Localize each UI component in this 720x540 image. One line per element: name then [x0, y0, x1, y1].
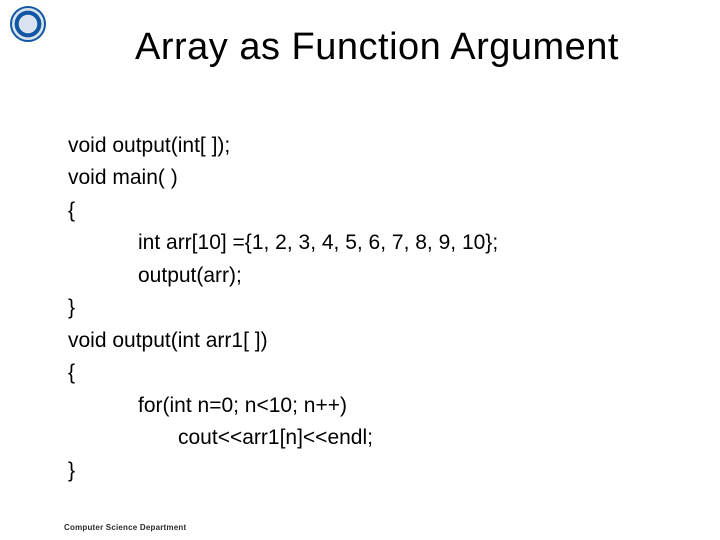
code-block: void output(int[ ]); void main( ) { int … — [64, 97, 690, 488]
code-line: { — [68, 361, 75, 384]
code-line: void main( ) — [68, 166, 178, 189]
slide-content: Array as Function Argument void output(i… — [0, 0, 720, 540]
code-line: } — [68, 459, 75, 482]
university-logo-icon — [10, 6, 46, 42]
code-line: } — [68, 296, 75, 319]
code-line: cout<<arr1[n]<<endl; — [68, 422, 373, 455]
code-line: void output(int[ ]); — [68, 134, 230, 157]
slide-title: Array as Function Argument — [64, 26, 690, 69]
code-line: for(int n=0; n<10; n++) — [68, 390, 347, 423]
code-line: int arr[10] ={1, 2, 3, 4, 5, 6, 7, 8, 9,… — [68, 227, 498, 260]
footer-text: Computer Science Department — [64, 523, 186, 532]
code-line: { — [68, 199, 75, 222]
code-line: void output(int arr1[ ]) — [68, 329, 268, 352]
code-line: output(arr); — [68, 260, 242, 293]
